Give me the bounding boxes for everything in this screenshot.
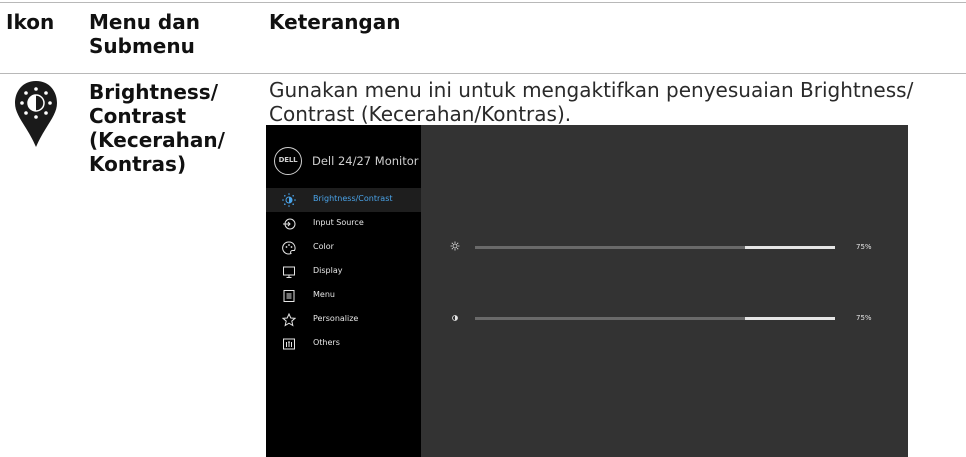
- color-palette-icon: [282, 241, 296, 255]
- dell-logo: DELL: [274, 147, 302, 175]
- sun-icon: [450, 241, 460, 251]
- header-menu: Menu dan Submenu: [89, 10, 200, 58]
- brightness-slider[interactable]: [475, 246, 835, 249]
- osd-item-label: Color: [313, 242, 334, 251]
- osd-item-label: Personalize: [313, 314, 359, 323]
- others-icon: [283, 338, 295, 350]
- brightness-contrast-icon: [282, 193, 296, 207]
- osd-item-personalize[interactable]: Personalize: [266, 308, 421, 332]
- osd-item-label: Menu: [313, 290, 335, 299]
- table-top-rule: [0, 2, 966, 3]
- osd-item-label: Brightness/Contrast: [313, 194, 393, 203]
- osd-sidebar: DELL Dell 24/27 Monitor Brightness/Contr…: [266, 125, 421, 457]
- input-source-icon: [283, 218, 296, 230]
- osd-item-input-source[interactable]: Input Source: [266, 212, 421, 236]
- osd-item-brightness-contrast[interactable]: Brightness/Contrast: [266, 188, 421, 212]
- osd-item-display[interactable]: Display: [266, 260, 421, 284]
- osd-item-label: Input Source: [313, 218, 364, 227]
- menu-icon: [283, 290, 295, 302]
- contrast-value: 75%: [856, 314, 872, 322]
- osd-item-label: Others: [313, 338, 340, 347]
- osd-item-menu[interactable]: Menu: [266, 284, 421, 308]
- star-icon: [282, 313, 296, 327]
- osd-item-label: Display: [313, 266, 343, 275]
- table-header-rule: [0, 73, 966, 74]
- header-description: Keterangan: [269, 10, 401, 34]
- header-icon: Ikon: [6, 10, 55, 34]
- contrast-slider-fill: [475, 317, 745, 320]
- osd-title: Dell 24/27 Monitor: [312, 154, 419, 168]
- contrast-slider[interactable]: [475, 317, 835, 320]
- display-icon: [283, 266, 295, 278]
- menu-label: Brightness/ Contrast (Kecerahan/ Kontras…: [89, 80, 225, 176]
- osd-screenshot: DELL Dell 24/27 Monitor Brightness/Contr…: [266, 125, 908, 457]
- brightness-slider-fill: [475, 246, 745, 249]
- contrast-icon: [452, 315, 458, 321]
- osd-item-others[interactable]: Others: [266, 332, 421, 356]
- osd-item-color[interactable]: Color: [266, 236, 421, 260]
- brightness-value: 75%: [856, 243, 872, 251]
- brightness-contrast-icon: [13, 79, 59, 149]
- menu-description: Gunakan menu ini untuk mengaktifkan peny…: [269, 78, 914, 126]
